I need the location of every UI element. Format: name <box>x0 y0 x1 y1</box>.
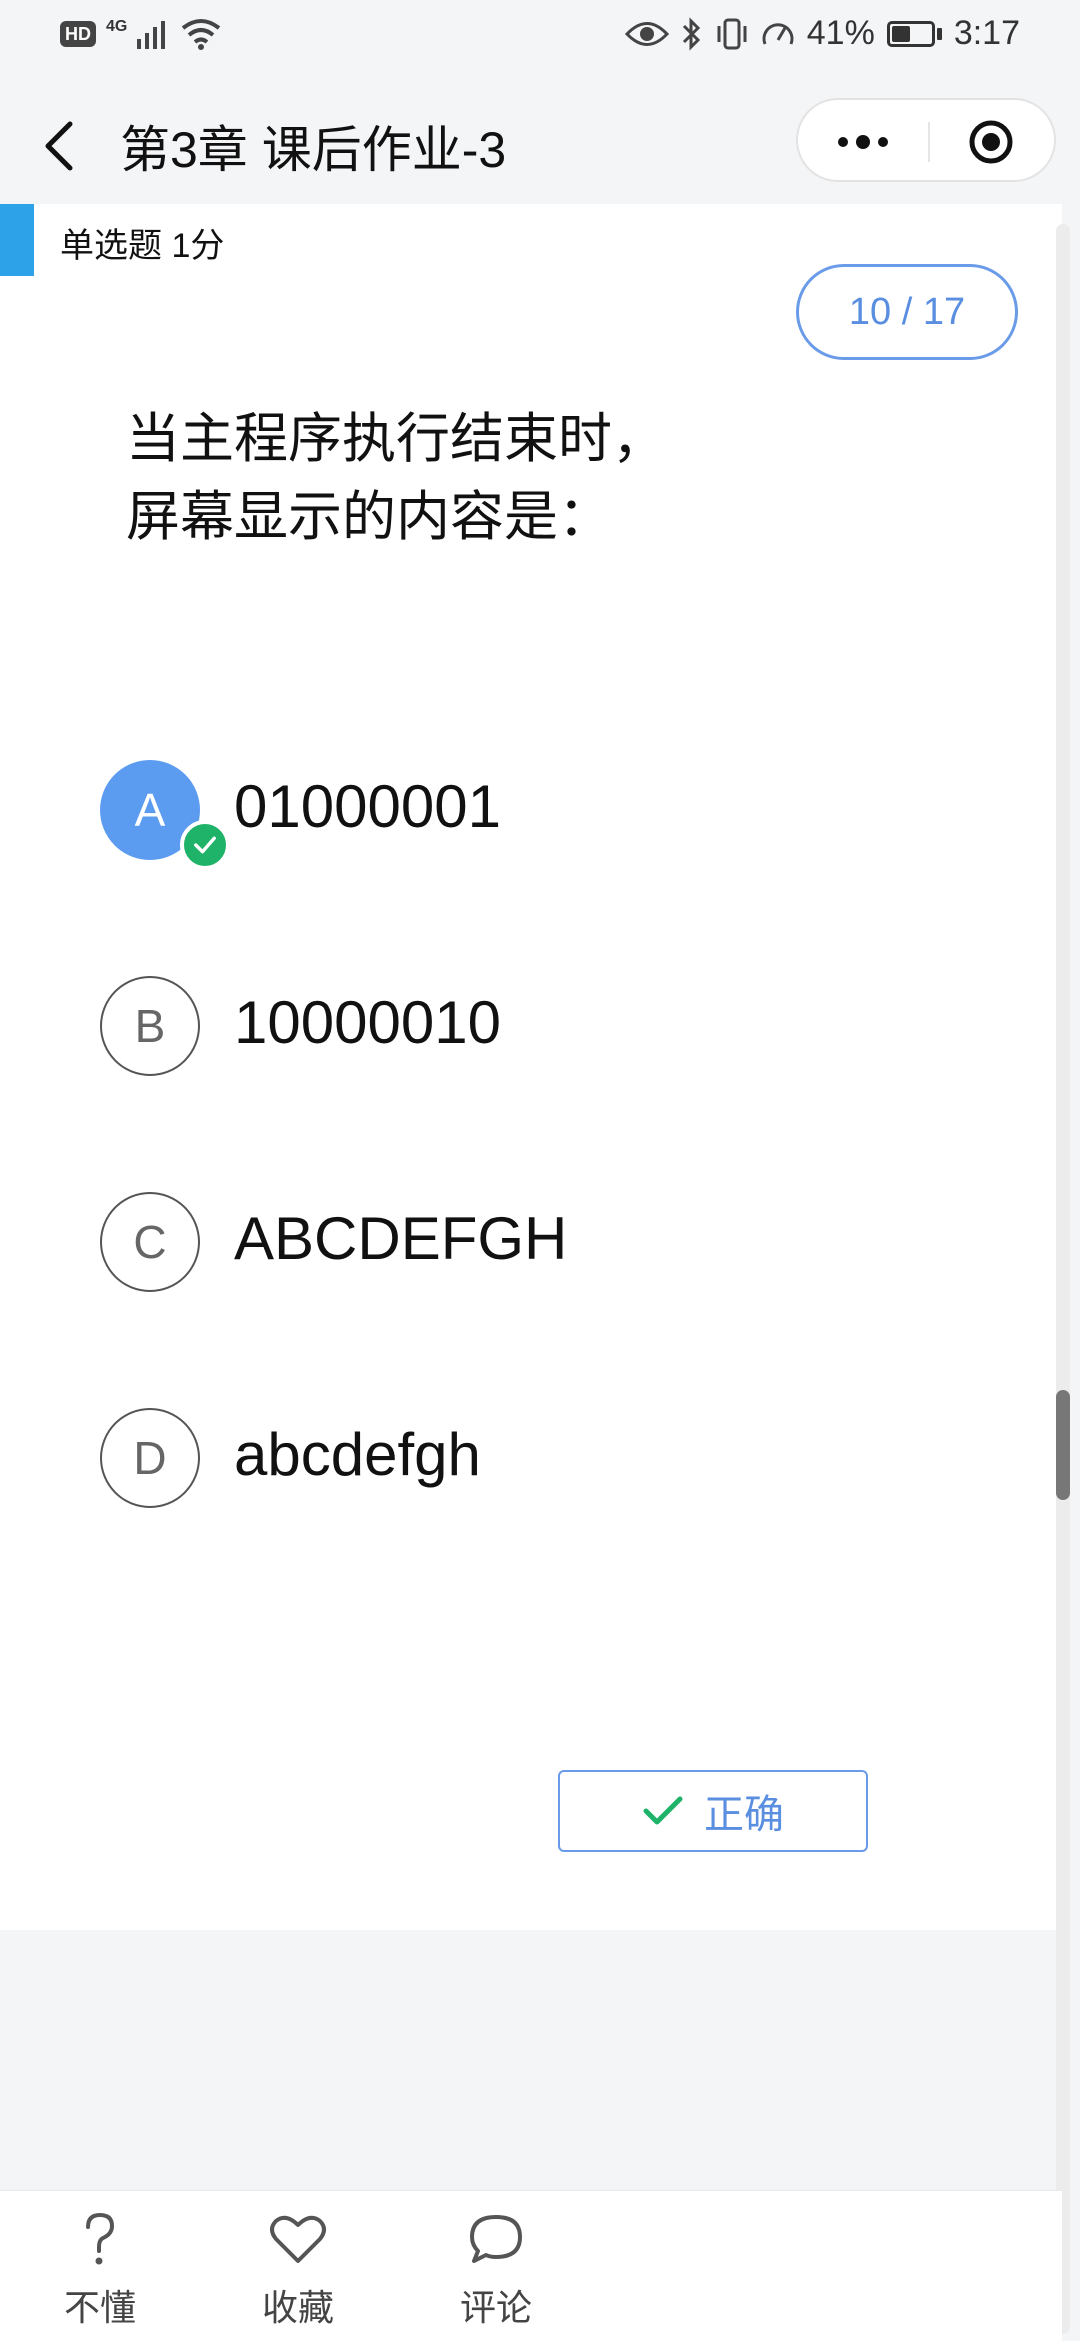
bottom-toolbar: 不懂 收藏 评论 <box>0 2190 1062 2341</box>
more-dots-icon[interactable] <box>833 124 893 160</box>
option-a[interactable]: A 01000001 <box>100 756 1000 870</box>
result-label: 正确 <box>704 1793 784 1837</box>
page-title: 第3章 课后作业-3 <box>120 122 507 178</box>
option-text: ABCDEFGH <box>234 1205 568 1272</box>
correct-result-badge: 正确 <box>558 1770 868 1852</box>
scrollbar-track[interactable] <box>1056 224 1070 2334</box>
tab-label: 收藏 <box>261 2287 334 2328</box>
question-card: 单选题 1分 10 / 17 当主程序执行结束时， 屏幕显示的内容是： A 01… <box>0 204 1062 1930</box>
question-text: 当主程序执行结束时， 屏幕显示的内容是： <box>126 400 946 556</box>
capsule-divider <box>928 122 930 162</box>
bluetooth-icon <box>682 16 700 51</box>
option-text: 10000010 <box>234 989 501 1056</box>
option-b[interactable]: B 10000010 <box>100 972 1000 1082</box>
status-bar: HD 4G 41% 3:17 <box>0 0 1080 76</box>
tab-label: 不懂 <box>63 2287 136 2328</box>
comment-bubble-icon <box>470 2215 522 2263</box>
tab-label: 评论 <box>459 2287 532 2328</box>
nav-bar: 第3章 课后作业-3 <box>0 76 1080 204</box>
heart-icon <box>270 2215 326 2263</box>
option-text: 01000001 <box>234 773 501 840</box>
network-label: 4G <box>106 18 128 35</box>
status-left: HD 4G <box>60 18 221 50</box>
status-right: 41% 3:17 <box>624 14 1020 53</box>
tab-dont-understand[interactable]: 不懂 <box>40 2209 160 2339</box>
option-text: abcdefgh <box>234 1421 481 1488</box>
question-counter[interactable]: 10 / 17 <box>796 264 1018 360</box>
option-letter: B <box>100 976 200 1076</box>
scrollbar-thumb[interactable] <box>1056 1390 1070 1500</box>
checkmark-icon <box>643 1796 683 1825</box>
option-d[interactable]: D abcdefgh <box>100 1404 1000 1514</box>
battery-icon <box>886 20 942 47</box>
hd-badge: HD <box>60 21 96 47</box>
accent-bar <box>0 204 34 276</box>
question-type-label: 单选题 1分 <box>60 227 225 265</box>
battery-percent: 41% <box>806 14 875 52</box>
vibrate-icon <box>717 18 747 49</box>
clock: 3:17 <box>953 14 1020 52</box>
target-circle-icon[interactable] <box>968 119 1014 165</box>
question-mark-icon <box>86 2212 115 2265</box>
speed-icon <box>762 22 794 45</box>
back-arrow-icon[interactable] <box>38 116 82 176</box>
mini-program-capsule <box>796 98 1056 182</box>
option-letter: D <box>100 1408 200 1508</box>
check-badge-icon <box>180 820 230 870</box>
question-line-2: 屏幕显示的内容是： <box>126 487 612 547</box>
question-line-1: 当主程序执行结束时， <box>126 409 666 469</box>
wifi-icon <box>182 19 221 50</box>
eye-icon <box>624 21 669 46</box>
signal-icon <box>137 21 166 49</box>
option-letter: C <box>100 1192 200 1292</box>
tab-favorite[interactable]: 收藏 <box>238 2209 358 2339</box>
tab-comment[interactable]: 评论 <box>436 2209 556 2339</box>
option-c[interactable]: C ABCDEFGH <box>100 1188 1000 1298</box>
